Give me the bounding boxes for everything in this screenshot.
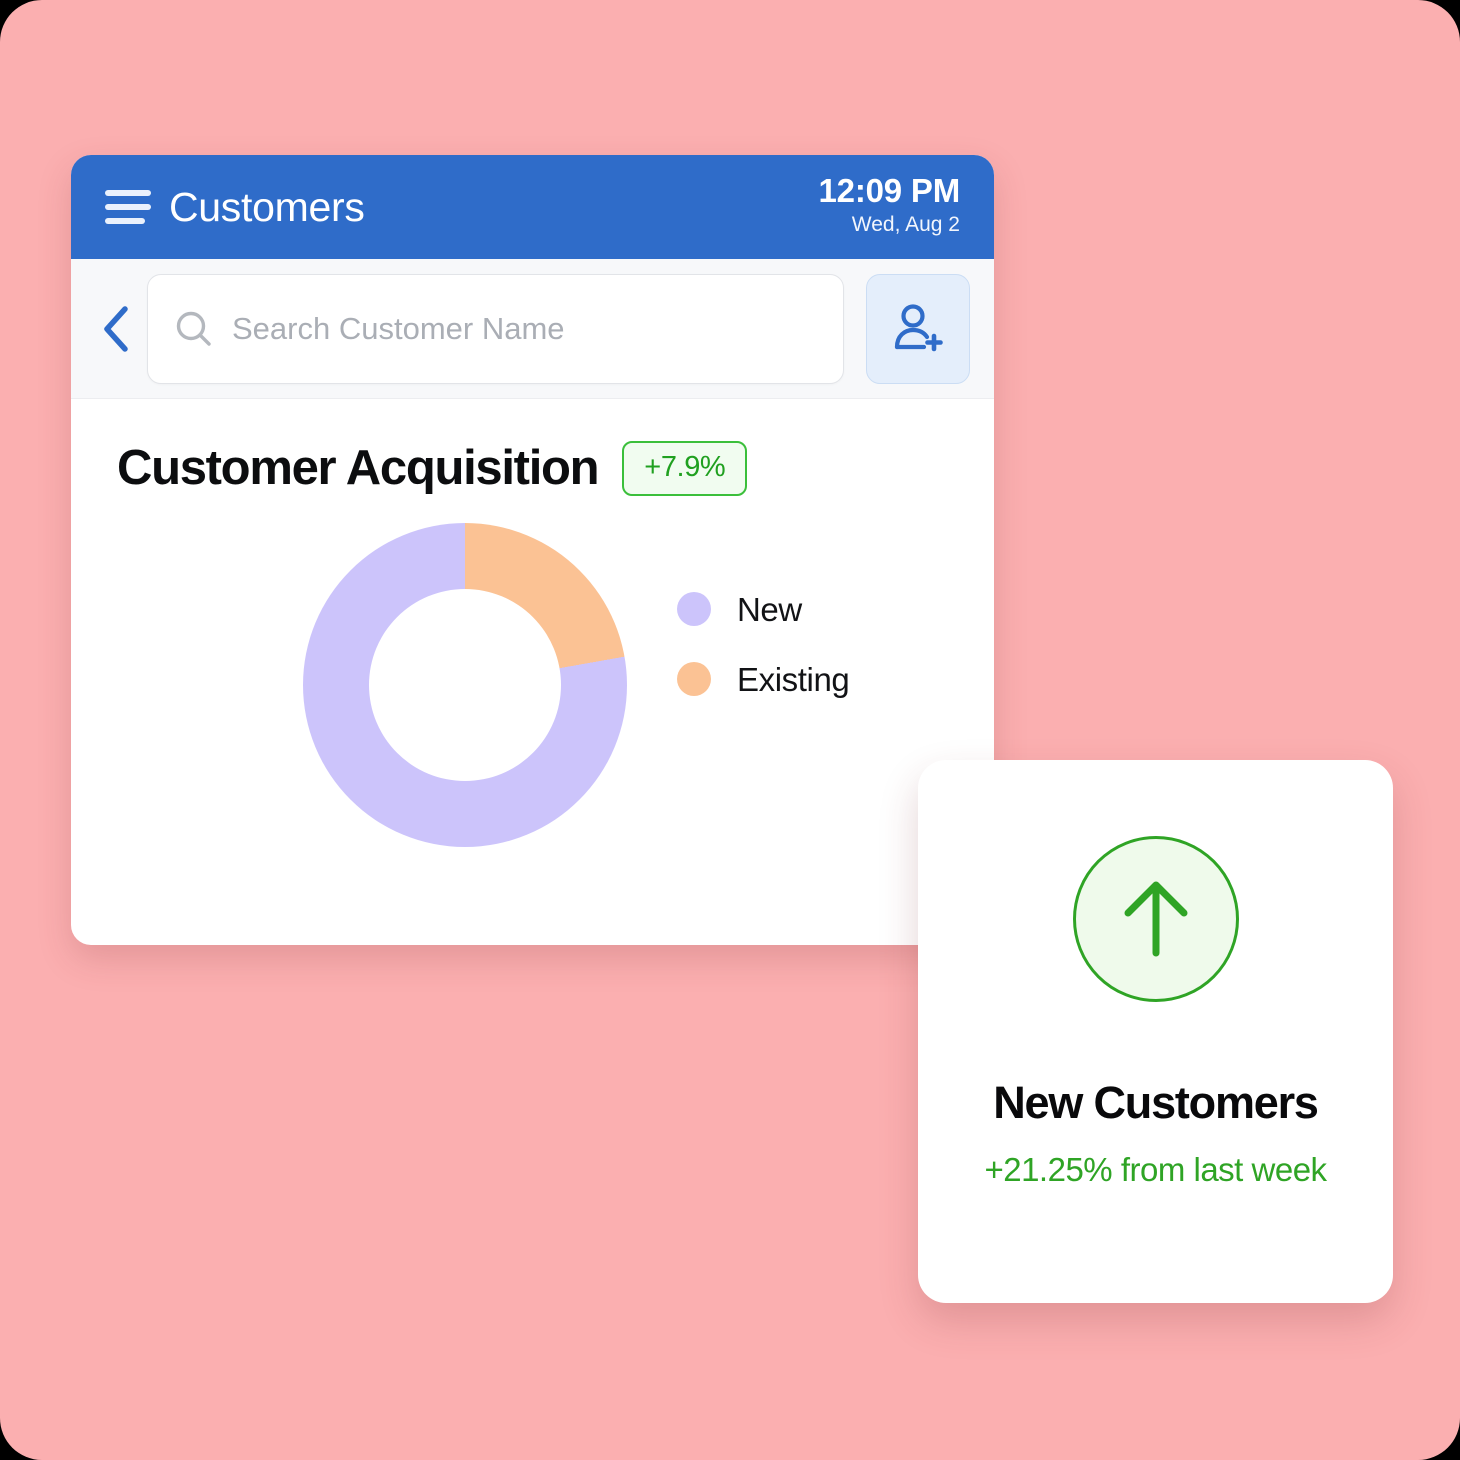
- legend-label-new: New: [737, 590, 802, 628]
- stat-card-subtitle: +21.25% from last week: [984, 1151, 1327, 1188]
- section-header: Customer Acquisition +7.9%: [117, 441, 948, 496]
- chevron-left-icon: [104, 305, 128, 352]
- search-field-wrapper[interactable]: [147, 273, 844, 384]
- hamburger-bar: [105, 218, 145, 224]
- legend-swatch-existing: [677, 662, 711, 696]
- donut-hole: [369, 589, 561, 781]
- search-toolbar: [71, 259, 994, 399]
- header-clock: 12:09 PM Wed, Aug 2: [818, 172, 961, 240]
- person-add-icon: [894, 303, 943, 351]
- add-customer-button[interactable]: [866, 273, 970, 384]
- clock-time: 12:09 PM: [818, 172, 961, 210]
- legend-item-new[interactable]: New: [677, 592, 849, 626]
- hamburger-bar: [105, 204, 151, 210]
- donut-chart: [303, 523, 627, 847]
- customer-acquisition-chart: New Existing: [117, 522, 948, 902]
- status-badge: +7.9%: [622, 441, 748, 496]
- app-window: Customers 12:09 PM Wed, Aug 2 Search Cus…: [71, 155, 994, 945]
- search-input[interactable]: [232, 310, 817, 347]
- page-title: Customers: [169, 183, 365, 230]
- clock-date: Wed, Aug 2: [851, 213, 960, 237]
- legend-label-existing: Existing: [737, 660, 850, 698]
- search-icon: [176, 311, 211, 346]
- hamburger-bar: [105, 190, 151, 196]
- back-button[interactable]: [85, 298, 147, 360]
- arrow-up-icon: [1124, 881, 1187, 957]
- hamburger-icon[interactable]: [105, 190, 151, 224]
- chart-legend: New Existing: [677, 592, 850, 698]
- app-body: Customer Acquisition +7.9% New Existing: [71, 399, 994, 902]
- new-customers-stat-card[interactable]: New Customers +21.25% from last week: [918, 760, 1393, 1303]
- arrow-up-circle-icon: [1072, 836, 1239, 1002]
- legend-swatch-new: [677, 592, 711, 626]
- legend-item-existing[interactable]: Existing: [677, 660, 850, 698]
- app-header: Customers 12:09 PM Wed, Aug 2: [71, 155, 994, 259]
- screenshot-stage: Customers 12:09 PM Wed, Aug 2 Search Cus…: [0, 0, 1460, 1460]
- stat-card-title: New Customers: [993, 1077, 1319, 1128]
- section-title: Customer Acquisition: [117, 440, 600, 495]
